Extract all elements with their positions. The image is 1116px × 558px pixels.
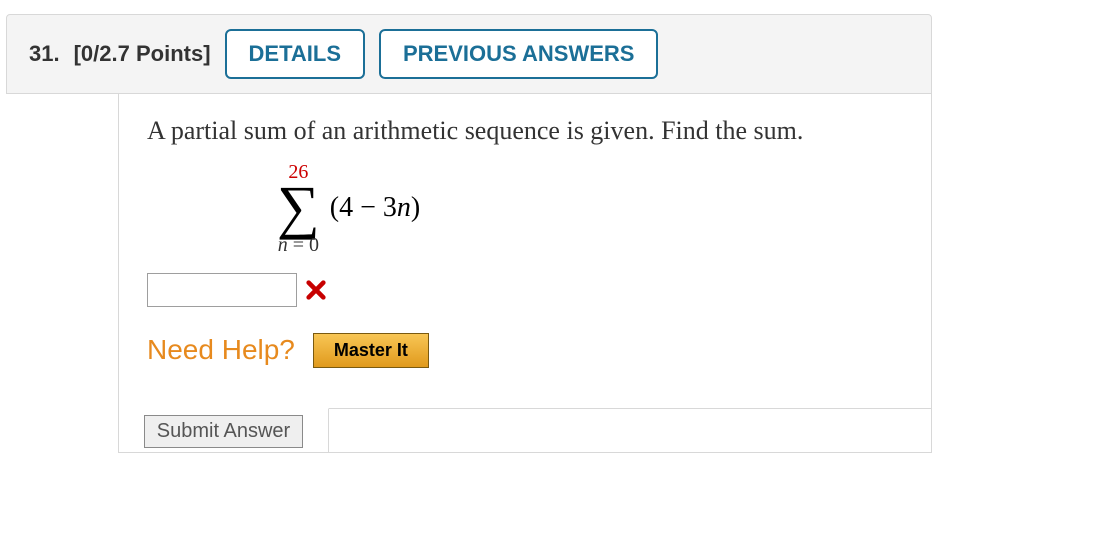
master-it-button[interactable]: Master It: [313, 333, 429, 368]
question-header: 31. [0/2.7 Points] DETAILS PREVIOUS ANSW…: [6, 14, 932, 94]
summation-term: (4 − 3n): [330, 192, 420, 224]
details-button[interactable]: DETAILS: [225, 29, 365, 79]
term-open: (4 − 3: [330, 192, 397, 223]
term-var: n: [397, 192, 411, 223]
sigma-stack: 26 ∑ n = 0: [277, 162, 320, 255]
answer-row: [147, 273, 903, 307]
question-number: 31.: [29, 41, 60, 67]
sigma-lower-eq: = 0: [288, 234, 319, 256]
incorrect-icon: [305, 279, 327, 301]
question-content: A partial sum of an arithmetic sequence …: [118, 94, 932, 453]
term-close: ): [411, 192, 420, 223]
question-prompt: A partial sum of an arithmetic sequence …: [147, 116, 903, 146]
need-help-label: Need Help?: [147, 334, 295, 366]
previous-answers-button[interactable]: PREVIOUS ANSWERS: [379, 29, 658, 79]
submit-answer-button[interactable]: Submit Answer: [144, 415, 303, 448]
help-row: Need Help? Master It: [147, 333, 903, 368]
points-display: [0/2.7 Points]: [74, 41, 211, 67]
answer-input[interactable]: [147, 273, 297, 307]
submit-notch: Submit Answer: [119, 408, 329, 452]
sigma-symbol: ∑: [277, 184, 320, 231]
sigma-lower-var: n: [278, 234, 288, 256]
submit-bar: Submit Answer: [119, 408, 931, 452]
summation-expression: 26 ∑ n = 0 (4 − 3n): [277, 162, 420, 255]
sigma-lower-bound: n = 0: [278, 235, 319, 255]
